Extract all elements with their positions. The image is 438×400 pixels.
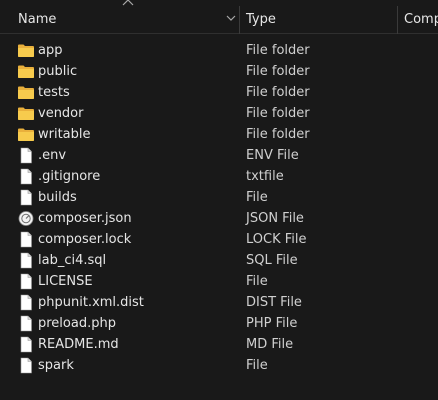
file-row[interactable]: .env ENV File — [0, 145, 438, 166]
file-name: public — [38, 64, 78, 79]
file-type: File folder — [246, 127, 310, 142]
folder-icon — [17, 126, 35, 143]
file-row[interactable]: spark File — [0, 355, 438, 376]
file-row[interactable]: phpunit.xml.dist DIST File — [0, 292, 438, 313]
file-row[interactable]: composer.lock LOCK File — [0, 229, 438, 250]
folder-icon — [17, 63, 35, 80]
file-icon — [17, 252, 35, 269]
file-icon — [17, 189, 35, 206]
file-type: ENV File — [246, 148, 299, 163]
file-name: lab_ci4.sql — [38, 253, 107, 268]
file-type: JSON File — [246, 211, 304, 226]
file-type: LOCK File — [246, 232, 307, 247]
file-name: .gitignore — [38, 169, 101, 184]
column-header-bar: Name Type Comp — [0, 0, 438, 34]
file-name: phpunit.xml.dist — [38, 295, 144, 310]
file-row[interactable]: tests File folder — [0, 82, 438, 103]
file-type: File folder — [246, 64, 310, 79]
column-header-compressed[interactable]: Comp — [397, 0, 438, 34]
file-name: vendor — [38, 106, 84, 121]
file-type: File — [246, 274, 268, 289]
file-type: File — [246, 190, 268, 205]
file-type: File folder — [246, 85, 310, 100]
file-name: README.md — [38, 337, 119, 352]
file-icon — [17, 273, 35, 290]
file-name: composer.json — [38, 211, 132, 226]
file-type: MD File — [246, 337, 294, 352]
file-type: File — [246, 358, 268, 373]
file-name: LICENSE — [38, 274, 93, 289]
file-row[interactable]: .gitignore txtfile — [0, 166, 438, 187]
sort-ascending-icon — [122, 0, 134, 6]
file-name: spark — [38, 358, 74, 373]
file-row[interactable]: writable File folder — [0, 124, 438, 145]
file-icon — [17, 336, 35, 353]
file-type: File folder — [246, 43, 310, 58]
json-file-icon — [17, 210, 35, 227]
file-icon — [17, 357, 35, 374]
file-row[interactable]: vendor File folder — [0, 103, 438, 124]
column-header-compressed-label: Comp — [404, 12, 438, 27]
file-icon — [17, 168, 35, 185]
file-name: preload.php — [38, 316, 116, 331]
file-row[interactable]: builds File — [0, 187, 438, 208]
file-icon — [17, 231, 35, 248]
file-name: app — [38, 43, 63, 58]
column-header-name[interactable]: Name — [0, 0, 239, 34]
file-row[interactable]: preload.php PHP File — [0, 313, 438, 334]
file-name: composer.lock — [38, 232, 132, 247]
file-row[interactable]: public File folder — [0, 61, 438, 82]
file-explorer-list: Name Type Comp app File folder public File … — [0, 0, 438, 400]
file-row[interactable]: app File folder — [0, 40, 438, 61]
file-type: PHP File — [246, 316, 298, 331]
chevron-down-icon[interactable] — [226, 14, 236, 22]
folder-icon — [17, 105, 35, 122]
file-type: txtfile — [246, 169, 284, 184]
folder-icon — [17, 84, 35, 101]
column-header-type-label: Type — [246, 12, 276, 27]
file-list: app File folder public File folder tests File… — [0, 40, 438, 376]
file-icon — [17, 315, 35, 332]
file-row[interactable]: lab_ci4.sql SQL File — [0, 250, 438, 271]
file-icon — [17, 294, 35, 311]
file-row[interactable]: composer.json JSON File — [0, 208, 438, 229]
file-name: .env — [38, 148, 67, 163]
file-name: tests — [38, 85, 70, 100]
file-type: File folder — [246, 106, 310, 121]
file-icon — [17, 147, 35, 164]
file-name: builds — [38, 190, 77, 205]
file-name: writable — [38, 127, 91, 142]
column-header-type[interactable]: Type — [239, 0, 397, 34]
file-type: DIST File — [246, 295, 302, 310]
file-row[interactable]: README.md MD File — [0, 334, 438, 355]
folder-icon — [17, 42, 35, 59]
file-type: SQL File — [246, 253, 298, 268]
file-row[interactable]: LICENSE File — [0, 271, 438, 292]
column-header-name-label: Name — [18, 12, 57, 27]
